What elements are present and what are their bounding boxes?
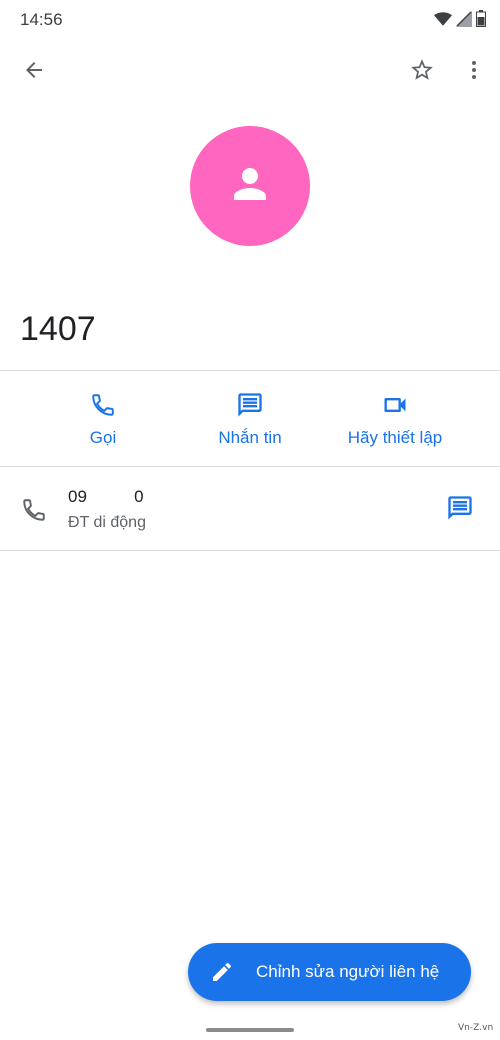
wifi-icon	[434, 11, 452, 31]
video-setup-action-label: Hãy thiết lập	[347, 428, 443, 447]
more-options-button[interactable]	[452, 50, 496, 94]
video-setup-action-button[interactable]: Hãy thiết lập	[312, 372, 478, 466]
status-icons	[434, 10, 486, 32]
arrow-back-icon	[22, 58, 46, 87]
status-bar: 14:56	[0, 0, 500, 40]
signal-icon	[456, 10, 472, 32]
contact-name: 1407	[20, 310, 96, 348]
phone-number: 09 0	[68, 487, 144, 506]
phone-type-label: ĐT di động	[68, 514, 146, 531]
avatar	[190, 126, 310, 246]
message-icon	[446, 494, 474, 527]
status-time: 14:56	[20, 10, 63, 29]
edit-pencil-icon	[208, 958, 236, 986]
star-outline-icon	[409, 57, 435, 88]
battery-icon	[476, 10, 486, 32]
divider	[0, 466, 500, 467]
back-button[interactable]	[12, 50, 56, 94]
watermark: Vn-Z.vn	[458, 1023, 494, 1033]
app-bar	[0, 48, 500, 100]
person-icon	[226, 160, 274, 213]
phone-icon	[18, 494, 50, 526]
favorite-button[interactable]	[400, 50, 444, 94]
call-action-button[interactable]: Gọi	[20, 372, 186, 466]
message-action-label: Nhắn tin	[218, 428, 282, 447]
action-bar: Gọi Nhắn tin Hãy thiết lập	[0, 372, 500, 466]
phone-icon	[88, 390, 118, 420]
more-vert-icon	[462, 58, 486, 87]
divider	[0, 550, 500, 551]
send-message-button[interactable]	[440, 490, 480, 530]
edit-contact-label: Chỉnh sửa người liên hệ	[256, 962, 440, 981]
edit-contact-button[interactable]: Chỉnh sửa người liên hệ	[188, 943, 471, 1001]
gesture-nav-handle[interactable]	[206, 1028, 294, 1032]
phone-number-row[interactable]: 09 0 ĐT di động	[0, 468, 500, 550]
message-action-button[interactable]: Nhắn tin	[167, 372, 333, 466]
message-icon	[235, 390, 265, 420]
videocam-icon	[380, 390, 410, 420]
call-action-label: Gọi	[89, 428, 117, 447]
divider	[0, 370, 500, 371]
